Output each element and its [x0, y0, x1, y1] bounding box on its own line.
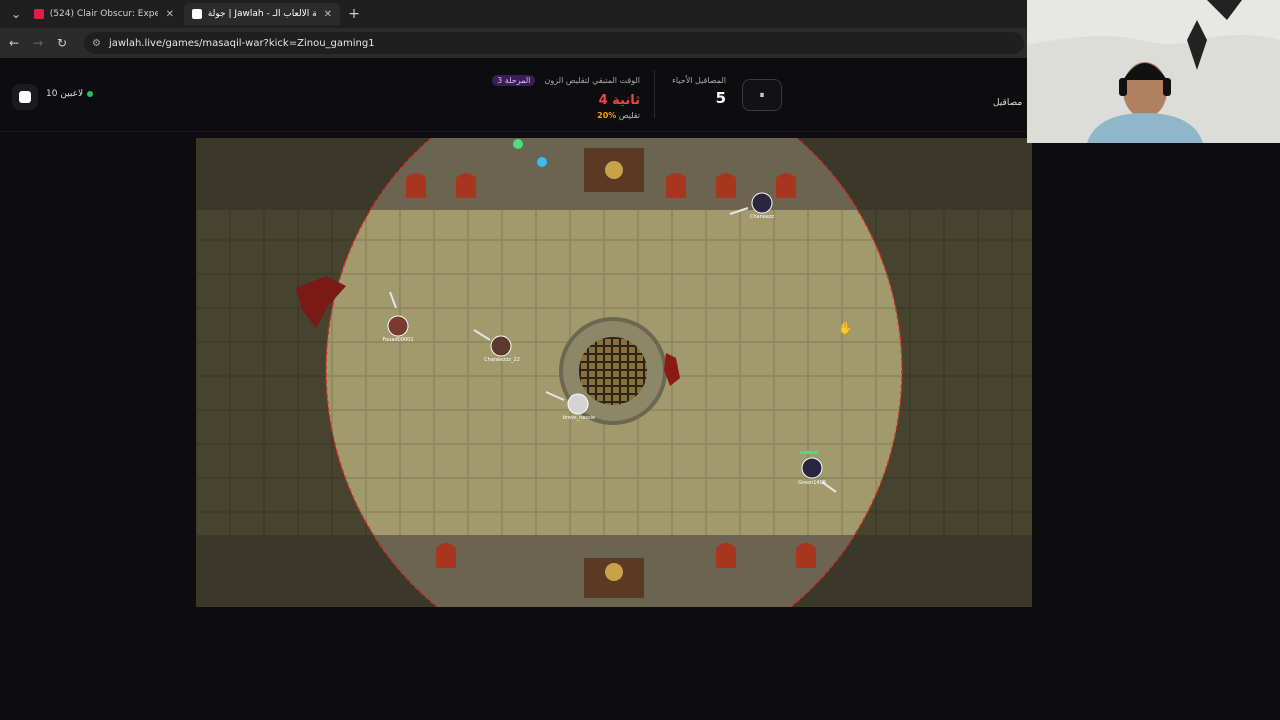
alive-label: المصاقيل الأحياء [672, 76, 726, 85]
tab-youtube[interactable]: (524) Clair Obscur: Expedition 3 ✕ [26, 3, 182, 25]
jawlah-icon [192, 9, 202, 19]
player-name: Fouad00001 [382, 337, 414, 343]
logo-mark-icon [19, 91, 31, 103]
player-name: Green1408 [798, 480, 826, 486]
tab-search-icon[interactable]: ⌄ [4, 7, 28, 21]
pickup-blue [537, 157, 547, 167]
jawlah-logo[interactable] [12, 84, 38, 110]
game-page: 10 لاعبين المرحلة 3 الوقت المتبقي لتقليص… [0, 58, 1280, 720]
players-online: 10 لاعبين [46, 89, 94, 99]
player-name: brevs_nessie [562, 415, 596, 421]
back-icon[interactable]: ← [2, 36, 26, 50]
shrink-label: تقليص [618, 111, 640, 120]
arena-canvas[interactable] [196, 138, 1032, 607]
tab-title: (524) Clair Obscur: Expedition 3 [49, 9, 158, 19]
close-tab-icon[interactable]: ✕ [166, 9, 174, 20]
reload-icon[interactable]: ↻ [50, 36, 74, 50]
shrink-pct: 20% [597, 111, 617, 120]
player-name: Chaneezzz_22 [484, 357, 520, 363]
header-divider [654, 70, 655, 118]
timer-label: الوقت المتبقي لتقليص الزون [544, 76, 640, 85]
pause-icon: ⏸ [759, 89, 765, 101]
shrink-info: 20% تقليص [480, 111, 640, 120]
stage-badge: المرحلة 3 [492, 75, 536, 86]
pause-button[interactable]: ⏸ [742, 79, 782, 111]
youtube-icon [34, 9, 44, 19]
center-grate [579, 337, 647, 405]
tab-jawlah[interactable]: جولة | Jawlah - منصة الألعاب الـ ✕ [184, 3, 340, 25]
side-panel-label: مصاقيل [993, 98, 1023, 108]
new-tab-button[interactable]: + [342, 6, 366, 22]
alive-counter: المصاقيل الأحياء 5 [664, 76, 726, 107]
player-name: Chaneezz [749, 214, 775, 220]
zone-timer: المرحلة 3 الوقت المتبقي لتقليص الزون 4 ث… [480, 68, 640, 120]
site-info-icon[interactable]: ⚙ [92, 38, 101, 49]
webcam-image [1027, 0, 1280, 143]
url-text: jawlah.live/games/masaqil-war?kick=Zinou… [108, 37, 375, 49]
pickup-green [513, 139, 523, 149]
hand-cursor-icon: ✋ [838, 321, 853, 335]
game-arena[interactable] [196, 138, 1032, 607]
address-bar[interactable]: ⚙ jawlah.live/games/masaqil-war?kick=Zin… [84, 32, 1024, 54]
online-dot-icon [87, 91, 94, 97]
close-tab-icon[interactable]: ✕ [324, 9, 332, 20]
forward-icon[interactable]: → [26, 36, 50, 50]
alive-value: 5 [715, 89, 726, 107]
timer-value: 4 ثانية [598, 93, 640, 108]
players-count: 10 لاعبين [46, 89, 84, 99]
tab-title: جولة | Jawlah - منصة الألعاب الـ [207, 9, 316, 19]
webcam-overlay [1027, 0, 1280, 143]
